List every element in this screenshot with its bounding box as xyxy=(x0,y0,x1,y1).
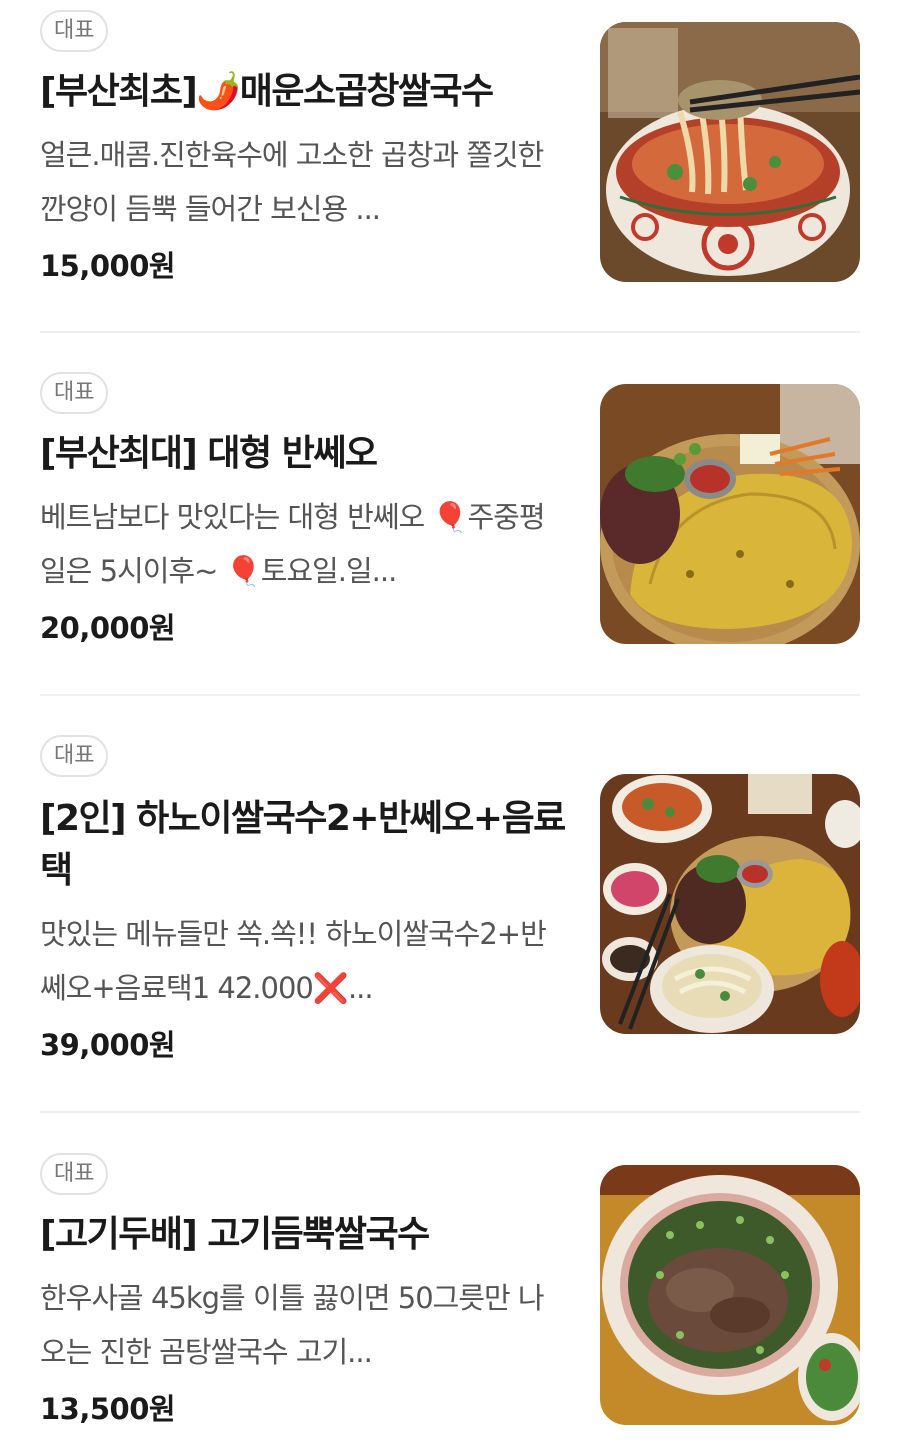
menu-item-name: [부산최초]🌶️매운소곱창쌀국수 xyxy=(40,71,494,112)
menu-item-description: 베트남보다 맛있다는 대형 반쎄오 🎈주중평일은 5시이후~ 🎈토요일.일... xyxy=(40,500,546,588)
food-photo xyxy=(600,774,860,1034)
menu-item[interactable]: 대표 [2인] 하노이쌀국수2+반쎄오+음료택 맛있는 메뉴들만 쏙.쏙!! 하… xyxy=(40,725,860,1075)
menu-item-description: 얼큰.매콤.진한육수에 고소한 곱창과 쫄깃한 깐양이 듬뿍 들어간 보신용 .… xyxy=(40,138,544,226)
menu-item-name: [2인] 하노이쌀국수2+반쎄오+음료택 xyxy=(40,798,566,891)
menu-item-price: 39,000원 xyxy=(40,1028,176,1062)
signature-badge: 대표 xyxy=(40,10,109,52)
food-photo xyxy=(600,22,860,282)
divider xyxy=(40,694,860,696)
signature-badge: 대표 xyxy=(40,735,109,777)
set-for-two-photo[interactable] xyxy=(600,774,860,1034)
divider xyxy=(40,1111,860,1113)
menu-item-description: 맛있는 메뉴들만 쏙.쏙!! 하노이쌀국수2+반쎄오+음료택1 42.000❌.… xyxy=(40,917,547,1005)
signature-badge: 대표 xyxy=(40,372,109,414)
menu-list: 대표 [부산최초]🌶️매운소곱창쌀국수 얼큰.매콤.진한육수에 고소한 곱창과 … xyxy=(0,0,900,1443)
banh-xeo-photo[interactable] xyxy=(600,384,860,644)
menu-item[interactable]: 대표 [고기두배] 고기듬뿍쌀국수 한우사골 45kg를 이틀 끓이면 50그릇… xyxy=(40,1143,860,1443)
food-photo xyxy=(600,384,860,644)
menu-item-description: 한우사골 45kg를 이틀 끓이면 50그릇만 나오는 진한 곰탕쌀국수 고기.… xyxy=(40,1281,545,1369)
menu-item-name: [부산최대] 대형 반쎄오 xyxy=(40,433,378,474)
divider xyxy=(40,331,860,333)
menu-item[interactable]: 대표 [부산최초]🌶️매운소곱창쌀국수 얼큰.매콤.진한육수에 고소한 곱창과 … xyxy=(40,0,860,300)
menu-item-price: 20,000원 xyxy=(40,611,176,645)
menu-item-price: 13,500원 xyxy=(40,1392,176,1426)
spicy-tripe-rice-noodle-photo[interactable] xyxy=(600,22,860,282)
food-photo xyxy=(600,1165,860,1425)
menu-item[interactable]: 대표 [부산최대] 대형 반쎄오 베트남보다 맛있다는 대형 반쎄오 🎈주중평일… xyxy=(40,362,860,662)
menu-item-name: [고기두배] 고기듬뿍쌀국수 xyxy=(40,1214,430,1255)
beef-rice-noodle-photo[interactable] xyxy=(600,1165,860,1425)
menu-item-price: 15,000원 xyxy=(40,249,176,283)
signature-badge: 대표 xyxy=(40,1153,109,1195)
